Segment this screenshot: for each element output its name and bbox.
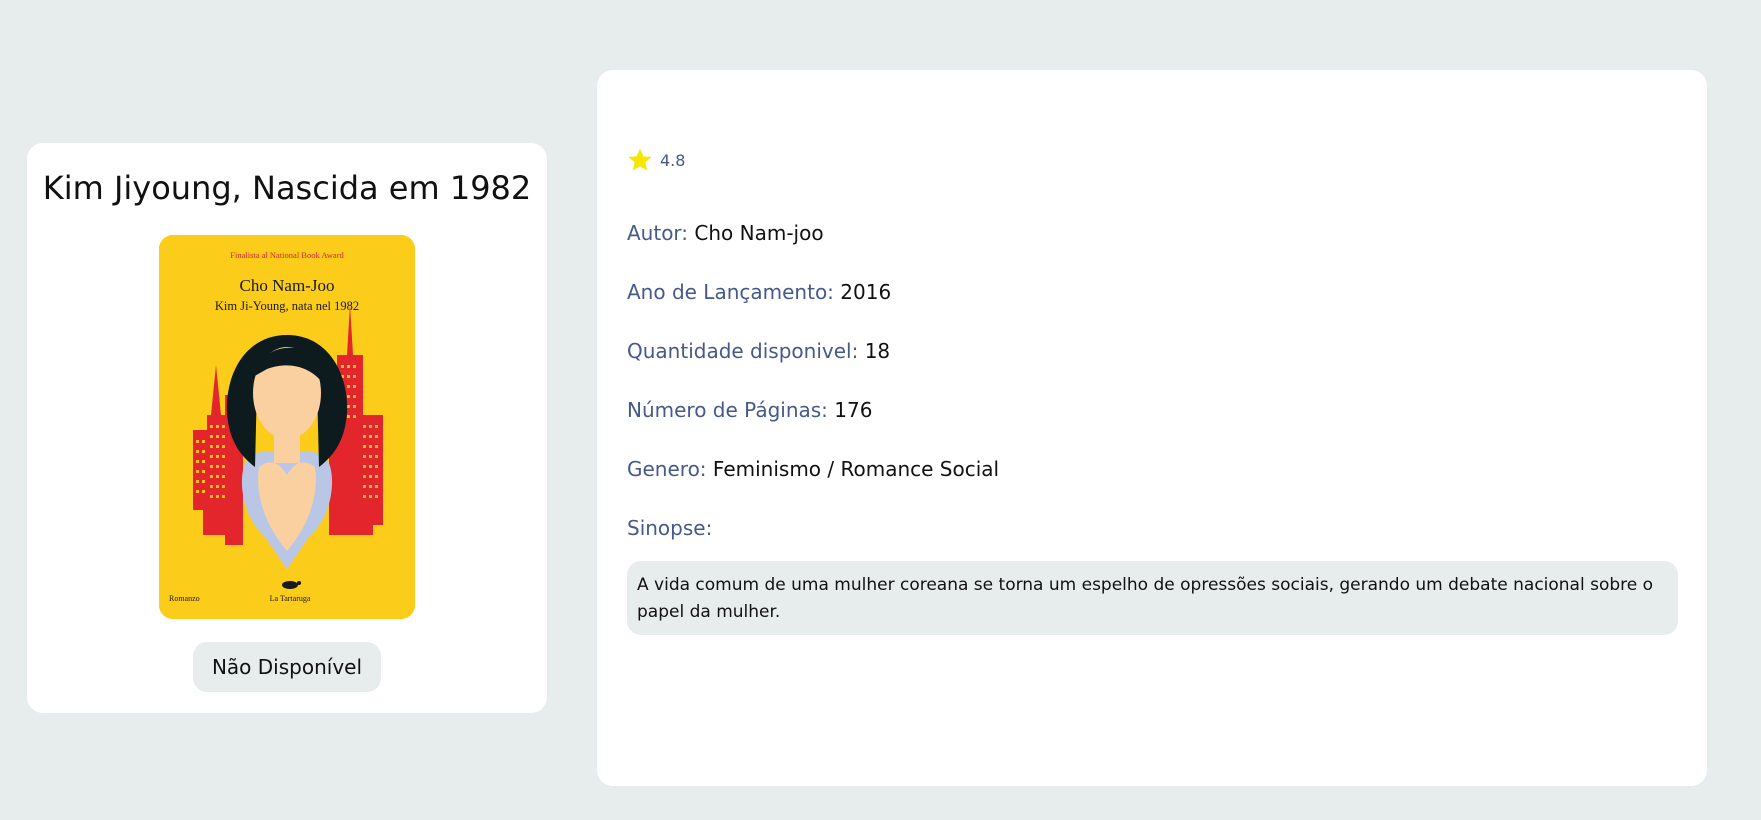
- book-title: Kim Jiyoung, Nascida em 1982: [42, 169, 532, 207]
- pages-field: Número de Páginas: 176: [627, 397, 872, 423]
- quantity-label: Quantidade disponivel:: [627, 339, 859, 363]
- cover-award-text: Finalista al National Book Award: [230, 250, 344, 260]
- availability-button[interactable]: Não Disponível: [193, 642, 381, 692]
- rating: 4.8: [627, 146, 685, 174]
- book-cover-image: Finalista al National Book Award Cho Nam…: [159, 235, 415, 619]
- author-field: Autor: Cho Nam-joo: [627, 220, 824, 246]
- genre-value: Feminismo / Romance Social: [712, 457, 1000, 481]
- author-value: Cho Nam-joo: [694, 221, 824, 245]
- rating-value: 4.8: [660, 150, 686, 170]
- book-details-card: 4.8 Autor: Cho Nam-joo Ano de Lançamento…: [597, 70, 1707, 786]
- quantity-field: Quantidade disponivel: 18: [627, 338, 890, 364]
- star-icon: [628, 148, 652, 171]
- genre-field: Genero: Feminismo / Romance Social: [627, 456, 999, 482]
- release-year-value: 2016: [840, 280, 892, 304]
- cover-genre-text: Romanzo: [169, 594, 200, 603]
- page: Kim Jiyoung, Nascida em 1982 Finalista a…: [0, 0, 1761, 820]
- pages-label: Número de Páginas:: [627, 398, 828, 422]
- quantity-value: 18: [864, 339, 891, 363]
- book-card: Kim Jiyoung, Nascida em 1982 Finalista a…: [27, 143, 547, 713]
- cover-publisher-text: La Tartaruga: [270, 594, 311, 603]
- release-year-field: Ano de Lançamento: 2016: [627, 279, 891, 305]
- synopsis-text: A vida comum de uma mulher coreana se to…: [627, 561, 1678, 635]
- cover-subtitle-text: Kim Ji-Young, nata nel 1982: [215, 299, 359, 313]
- release-year-label: Ano de Lançamento:: [627, 280, 834, 304]
- genre-label: Genero:: [627, 457, 707, 481]
- cover-author-text: Cho Nam-Joo: [240, 276, 335, 295]
- pages-value: 176: [834, 398, 873, 422]
- synopsis-label: Sinopse:: [627, 516, 713, 540]
- author-label: Autor:: [627, 221, 689, 245]
- synopsis-field: Sinopse:: [627, 515, 712, 541]
